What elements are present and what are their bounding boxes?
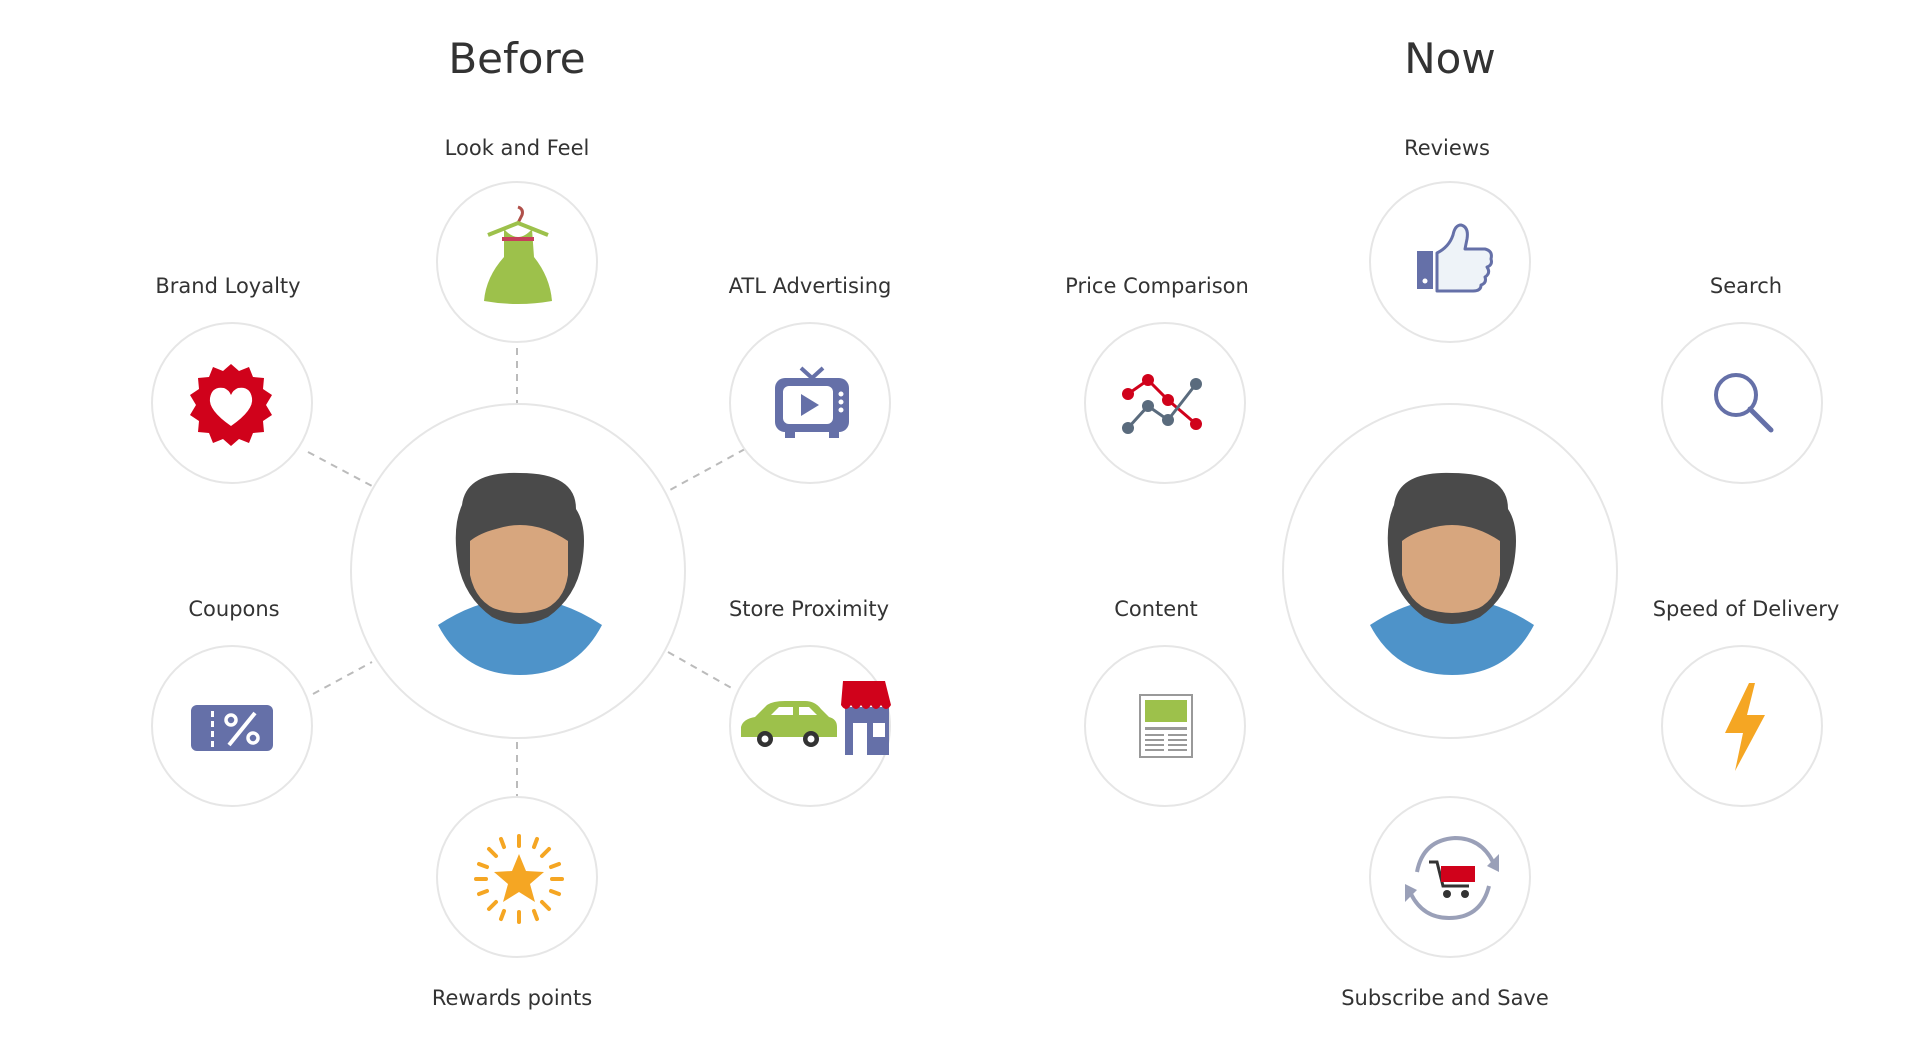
before-title: Before <box>448 34 586 83</box>
node-store-proximity <box>729 645 891 807</box>
node-brand-loyalty <box>151 322 313 484</box>
label-brand-loyalty: Brand Loyalty <box>155 274 301 298</box>
node-rewards-points <box>436 796 598 958</box>
node-search <box>1661 322 1823 484</box>
node-speed-of-delivery <box>1661 645 1823 807</box>
cart-cycle-icon <box>1405 835 1499 921</box>
newspaper-icon <box>1139 694 1193 758</box>
label-search: Search <box>1709 274 1783 298</box>
dress-icon <box>484 205 552 304</box>
price-chart-icon <box>1122 374 1202 434</box>
now-title: Now <box>1404 34 1496 83</box>
label-price-comparison: Price Comparison <box>1065 274 1249 298</box>
lightning-icon <box>1725 683 1765 771</box>
person-avatar-icon <box>438 472 602 675</box>
car-store-icon <box>741 681 891 755</box>
label-reviews: Reviews <box>1404 136 1490 160</box>
node-subscribe-and-save <box>1369 796 1531 958</box>
label-store-proximity: Store Proximity <box>728 597 890 621</box>
node-reviews <box>1369 181 1531 343</box>
connector-brand-loyalty <box>307 451 373 487</box>
label-atl-advertising: ATL Advertising <box>728 274 892 298</box>
heart-badge-icon <box>190 364 272 446</box>
connector-coupons <box>312 661 373 695</box>
node-coupons <box>151 645 313 807</box>
connector-store-proximity <box>667 651 736 691</box>
connector-lines <box>307 348 746 798</box>
tv-icon <box>775 366 849 438</box>
label-coupons: Coupons <box>188 597 280 621</box>
node-atl-advertising <box>729 322 891 484</box>
connector-atl-advertising <box>669 448 746 491</box>
search-icon <box>1714 373 1774 433</box>
person-avatar-icon <box>1370 472 1534 675</box>
label-speed-of-delivery: Speed of Delivery <box>1652 597 1840 621</box>
thumbs-up-icon <box>1417 223 1493 293</box>
before-center-circle <box>350 403 686 739</box>
coupon-icon <box>191 705 273 751</box>
node-price-comparison <box>1084 322 1246 484</box>
node-content <box>1084 645 1246 807</box>
label-rewards-points: Rewards points <box>431 986 593 1010</box>
label-subscribe-and-save: Subscribe and Save <box>1341 986 1549 1010</box>
star-burst-icon <box>474 834 564 924</box>
now-center-circle <box>1282 403 1618 739</box>
diagram-stage: Before Look and Feel Brand Loyalty ATL A… <box>0 0 1920 1040</box>
node-look-and-feel <box>436 181 598 343</box>
label-content: Content <box>1114 597 1198 621</box>
label-look-and-feel: Look and Feel <box>444 136 590 160</box>
